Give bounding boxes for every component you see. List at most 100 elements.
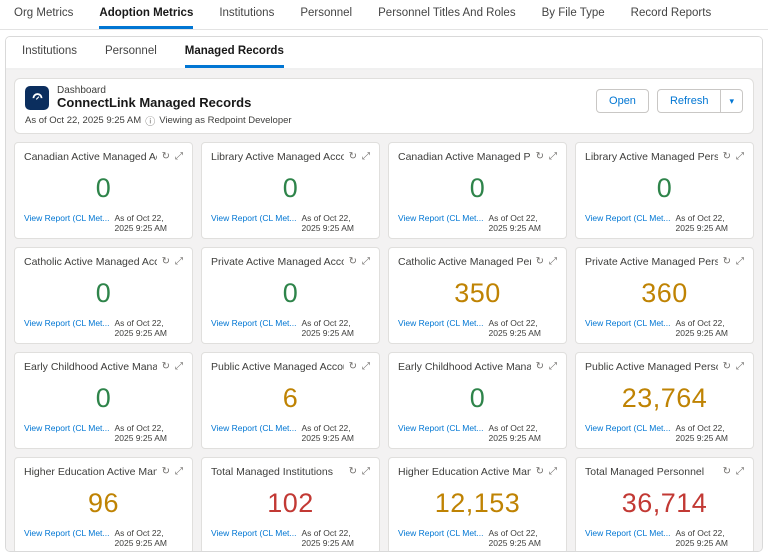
refresh-icon[interactable]: ↻ — [162, 467, 170, 477]
expand-icon[interactable]: ⤢ — [362, 257, 370, 267]
refresh-icon[interactable]: ↻ — [162, 362, 170, 372]
metric-card: Private Active Managed Person... ↻ ⤢ 360… — [575, 247, 754, 345]
refresh-icon[interactable]: ↻ — [349, 152, 357, 162]
view-report-link[interactable]: View Report (CL Met... — [585, 528, 671, 538]
card-as-of-text: As of Oct 22, 2025 9:25 AM — [675, 212, 728, 234]
view-report-link[interactable]: View Report (CL Met... — [585, 423, 671, 433]
sub-nav: Institutions Personnel Managed Records — [6, 37, 762, 70]
card-as-of-text: As of Oct 22, 2025 9:25 AM — [675, 317, 728, 339]
expand-icon[interactable]: ⤢ — [175, 467, 183, 477]
card-as-of-text: As of Oct 22, 2025 9:25 AM — [114, 317, 167, 339]
expand-icon[interactable]: ⤢ — [362, 467, 370, 477]
expand-icon[interactable]: ⤢ — [362, 362, 370, 372]
metric-card: Canadian Active Managed Pers... ↻ ⤢ 0 Vi… — [388, 142, 567, 240]
expand-icon[interactable]: ⤢ — [549, 362, 557, 372]
view-report-link[interactable]: View Report (CL Met... — [24, 528, 110, 538]
metric-card-title: Catholic Active Managed Accou... — [24, 256, 157, 269]
expand-icon[interactable]: ⤢ — [549, 467, 557, 477]
metric-value: 102 — [267, 487, 314, 518]
metric-card-title: Public Active Managed Personnel — [585, 361, 718, 374]
refresh-button[interactable]: Refresh — [656, 89, 722, 113]
card-as-of-text: As of Oct 22, 2025 9:25 AM — [114, 422, 167, 444]
expand-icon[interactable]: ⤢ — [736, 362, 744, 372]
top-nav-tab[interactable]: Org Metrics — [14, 0, 73, 29]
refresh-icon[interactable]: ↻ — [349, 362, 357, 372]
refresh-icon[interactable]: ↻ — [536, 362, 544, 372]
info-icon[interactable]: ⓘ — [145, 113, 155, 128]
top-nav-tab[interactable]: By File Type — [542, 0, 605, 29]
view-report-link[interactable]: View Report (CL Met... — [398, 423, 484, 433]
refresh-icon[interactable]: ↻ — [723, 467, 731, 477]
view-report-link[interactable]: View Report (CL Met... — [398, 213, 484, 223]
metric-card: Catholic Active Managed Perso... ↻ ⤢ 350… — [388, 247, 567, 345]
dashboard-title: ConnectLink Managed Records — [57, 95, 252, 110]
view-report-link[interactable]: View Report (CL Met... — [585, 213, 671, 223]
metric-card-title: Library Active Managed Accounts — [211, 151, 344, 164]
refresh-icon[interactable]: ↻ — [536, 152, 544, 162]
metric-card: Public Active Managed Personnel ↻ ⤢ 23,7… — [575, 352, 754, 450]
sub-nav-tab[interactable]: Managed Records — [184, 37, 284, 68]
metric-card: Canadian Active Managed Acc... ↻ ⤢ 0 Vie… — [14, 142, 193, 240]
view-report-link[interactable]: View Report (CL Met... — [211, 528, 297, 538]
refresh-icon[interactable]: ↻ — [723, 152, 731, 162]
expand-icon[interactable]: ⤢ — [549, 257, 557, 267]
view-report-link[interactable]: View Report (CL Met... — [211, 213, 297, 223]
expand-icon[interactable]: ⤢ — [736, 152, 744, 162]
sub-nav-tab[interactable]: Institutions — [22, 37, 77, 68]
refresh-icon[interactable]: ↻ — [349, 467, 357, 477]
top-nav-tab[interactable]: Personnel — [300, 0, 352, 29]
expand-icon[interactable]: ⤢ — [549, 152, 557, 162]
metric-value: 96 — [87, 487, 120, 518]
dashboard-as-of-text: As of Oct 22, 2025 9:25 AM — [25, 115, 142, 127]
refresh-icon[interactable]: ↻ — [723, 257, 731, 267]
expand-icon[interactable]: ⤢ — [175, 362, 183, 372]
card-as-of-text: As of Oct 22, 2025 9:25 AM — [488, 527, 541, 549]
top-nav-tab[interactable]: Record Reports — [631, 0, 712, 29]
metric-value: 0 — [282, 277, 299, 308]
expand-icon[interactable]: ⤢ — [362, 152, 370, 162]
metric-card: Higher Education Active Manag... ↻ ⤢ 12,… — [388, 457, 567, 551]
view-report-link[interactable]: View Report (CL Met... — [24, 423, 110, 433]
dashboard-area: Dashboard ConnectLink Managed Records As… — [6, 70, 762, 551]
refresh-icon[interactable]: ↻ — [536, 467, 544, 477]
metric-card: Total Managed Institutions ↻ ⤢ 102 View … — [201, 457, 380, 551]
view-report-link[interactable]: View Report (CL Met... — [211, 423, 297, 433]
metric-card: Public Active Managed Accounts ↻ ⤢ 6 Vie… — [201, 352, 380, 450]
metric-card-title: Total Managed Institutions — [211, 466, 333, 479]
open-button[interactable]: Open — [596, 89, 649, 113]
metric-card-title: Total Managed Personnel — [585, 466, 705, 479]
refresh-icon[interactable]: ↻ — [162, 257, 170, 267]
card-as-of-text: As of Oct 22, 2025 9:25 AM — [301, 527, 354, 549]
top-nav-tab[interactable]: Personnel Titles And Roles — [378, 0, 515, 29]
view-report-link[interactable]: View Report (CL Met... — [24, 318, 110, 328]
refresh-icon[interactable]: ↻ — [723, 362, 731, 372]
metric-value: 0 — [656, 172, 673, 203]
viewing-as-text: Viewing as Redpoint Developer — [159, 115, 292, 127]
refresh-icon[interactable]: ↻ — [536, 257, 544, 267]
top-nav-tab[interactable]: Adoption Metrics — [99, 0, 194, 29]
sub-nav-tab[interactable]: Personnel — [105, 37, 157, 68]
metric-card: Early Childhood Active Manage... ↻ ⤢ 0 V… — [388, 352, 567, 450]
refresh-icon[interactable]: ↻ — [349, 257, 357, 267]
card-as-of-text: As of Oct 22, 2025 9:25 AM — [301, 317, 354, 339]
refresh-icon[interactable]: ↻ — [162, 152, 170, 162]
expand-icon[interactable]: ⤢ — [736, 257, 744, 267]
top-nav: Org Metrics Adoption Metrics Institutions P… — [0, 0, 768, 30]
expand-icon[interactable]: ⤢ — [175, 152, 183, 162]
metric-card: Private Active Managed Accounts ↻ ⤢ 0 Vi… — [201, 247, 380, 345]
view-report-link[interactable]: View Report (CL Met... — [585, 318, 671, 328]
view-report-link[interactable]: View Report (CL Met... — [211, 318, 297, 328]
top-nav-tab[interactable]: Institutions — [219, 0, 274, 29]
chevron-down-icon: ▾ — [729, 95, 734, 106]
expand-icon[interactable]: ⤢ — [175, 257, 183, 267]
refresh-dropdown-button[interactable]: ▾ — [721, 89, 743, 113]
view-report-link[interactable]: View Report (CL Met... — [398, 318, 484, 328]
metric-card-title: Canadian Active Managed Acc... — [24, 151, 157, 164]
view-report-link[interactable]: View Report (CL Met... — [398, 528, 484, 538]
expand-icon[interactable]: ⤢ — [736, 467, 744, 477]
metric-card-title: Private Active Managed Person... — [585, 256, 718, 269]
metric-card-title: Public Active Managed Accounts — [211, 361, 344, 374]
metric-value: 350 — [454, 277, 501, 308]
view-report-link[interactable]: View Report (CL Met... — [24, 213, 110, 223]
metric-card-title: Canadian Active Managed Pers... — [398, 151, 531, 164]
